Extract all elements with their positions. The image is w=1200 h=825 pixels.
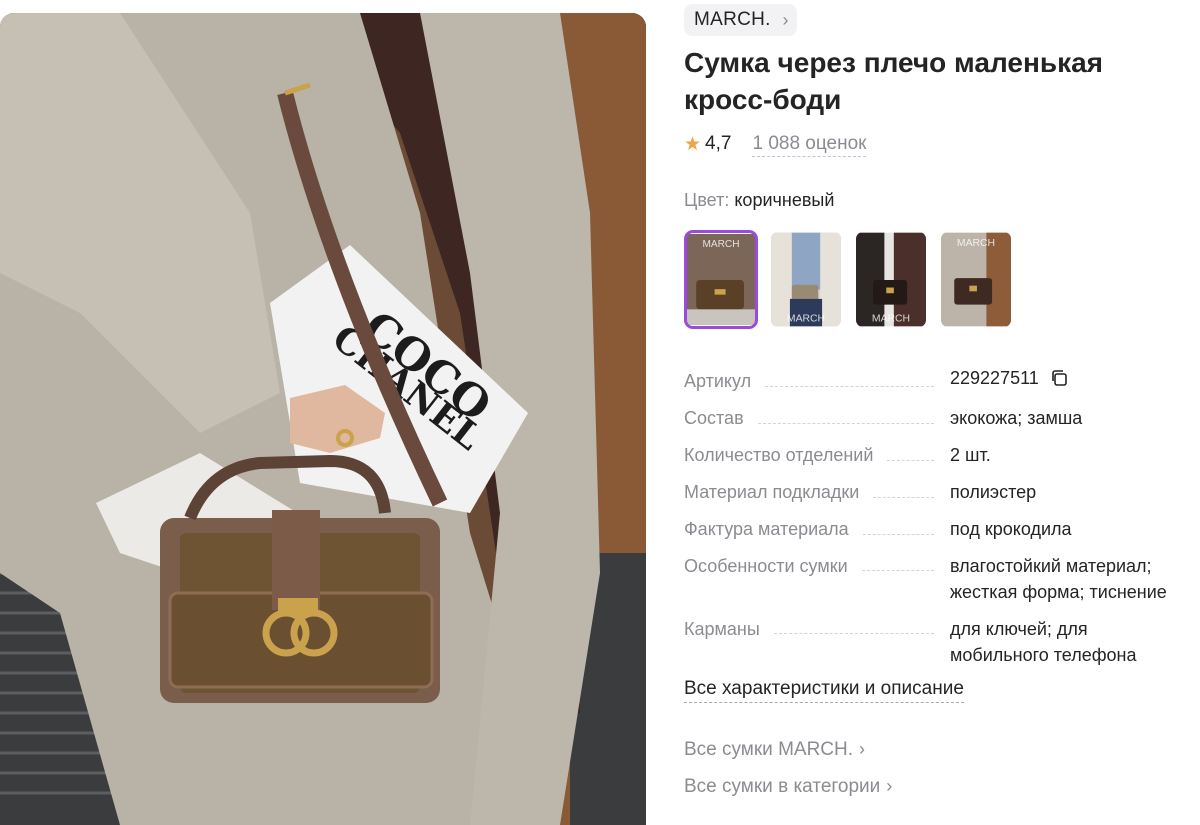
color-selector-label: Цвет: коричневый — [684, 190, 834, 211]
color-swatches: MARCH MARCH MARCH MARCH — [684, 230, 1024, 329]
brand-chip[interactable]: MARCH. › — [684, 4, 797, 36]
rating-value: 4,7 — [705, 133, 732, 154]
spec-key: Состав — [684, 408, 744, 428]
brand-label: MARCH. — [694, 9, 771, 30]
all-brand-bags-label: Все сумки MARCH. — [684, 739, 854, 760]
swatch-watermark: MARCH — [872, 314, 910, 325]
spec-row-texture: Фактура материала под крокодила — [684, 516, 1184, 542]
copy-icon[interactable] — [1050, 368, 1068, 394]
spec-value: влагостойкий материал; жесткая форма; ти… — [950, 556, 1167, 602]
spec-dots — [773, 633, 934, 634]
spec-key: Материал подкладки — [684, 482, 860, 502]
swatch-watermark: MARCH — [957, 238, 995, 249]
spec-dots — [873, 497, 934, 498]
product-photo[interactable]: COCO CHANEL — [0, 13, 646, 825]
swatch-watermark: MARCH — [787, 314, 825, 325]
color-swatch-1[interactable]: MARCH — [684, 230, 758, 329]
product-photo-illustration: COCO CHANEL — [0, 13, 646, 825]
all-category-bags-link[interactable]: Все сумки в категории › — [684, 773, 892, 800]
chevron-right-icon: › — [782, 10, 789, 30]
spec-key: Карманы — [684, 619, 760, 639]
spec-row-article: Артикул 229227511 — [684, 365, 1184, 394]
spec-row-features: Особенности сумки влагостойкий материал;… — [684, 553, 1184, 605]
color-swatch-4[interactable]: MARCH — [939, 230, 1013, 329]
spec-key: Фактура материала — [684, 519, 849, 539]
spec-dots — [861, 570, 934, 571]
color-value: коричневый — [734, 190, 835, 210]
spec-value: 2 шт. — [950, 445, 991, 465]
chevron-right-icon: › — [859, 739, 866, 759]
chevron-right-icon: › — [886, 776, 893, 796]
spec-value: полиэстер — [950, 482, 1037, 502]
spec-row-composition: Состав экокожа; замша — [684, 405, 1184, 431]
spec-row-pockets: Карманы для ключей; для мобильного телеф… — [684, 616, 1184, 668]
spec-table: Артикул 229227511 Состав экокожа; замша … — [684, 365, 1184, 679]
color-swatch-3[interactable]: MARCH — [854, 230, 928, 329]
spec-dots — [757, 423, 934, 424]
spec-key: Количество отделений — [684, 445, 874, 465]
spec-dots — [765, 386, 934, 387]
spec-key: Артикул — [684, 371, 752, 391]
spec-dots — [887, 460, 934, 461]
product-title: Сумка через плечо маленькая кросс-боди — [684, 47, 1104, 115]
spec-value: экокожа; замша — [950, 408, 1083, 428]
spec-dots — [862, 534, 934, 535]
color-label: Цвет: — [684, 190, 730, 210]
all-brand-bags-link[interactable]: Все сумки MARCH. › — [684, 736, 865, 763]
star-icon: ★ — [684, 133, 702, 155]
spec-row-compartments: Количество отделений 2 шт. — [684, 442, 1184, 468]
spec-key: Особенности сумки — [684, 556, 848, 576]
spec-value: под крокодила — [950, 519, 1072, 539]
all-category-bags-label: Все сумки в категории — [684, 776, 881, 797]
article-number: 229227511 — [950, 368, 1039, 388]
color-swatch-2[interactable]: MARCH — [769, 230, 843, 329]
rating-block: ★ 4,7 1 088 оценок — [684, 130, 867, 158]
all-characteristics-link[interactable]: Все характеристики и описание — [684, 676, 964, 703]
reviews-link[interactable]: 1 088 оценок — [752, 132, 867, 157]
spec-value: для ключей; для мобильного телефона — [950, 619, 1137, 665]
spec-row-lining: Материал подкладки полиэстер — [684, 479, 1184, 505]
swatch-watermark: MARCH — [702, 239, 739, 250]
